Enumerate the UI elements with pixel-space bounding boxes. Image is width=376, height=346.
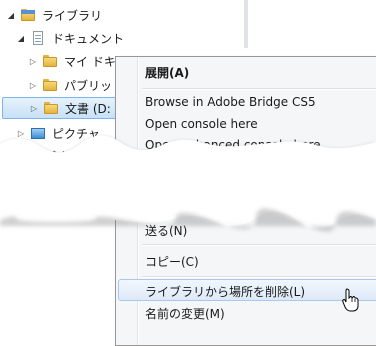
tree-item-label: ドキュメント xyxy=(52,31,125,46)
expand-arrow-icon[interactable]: ▷ xyxy=(28,57,38,66)
library-icon xyxy=(20,8,36,22)
tree-item-my-documents[interactable]: ▷ マイ ドキ xyxy=(28,50,116,72)
expand-arrow-icon[interactable]: ▷ xyxy=(28,81,38,90)
document-library-icon xyxy=(30,31,46,45)
menu-item-browse-bridge[interactable]: Browse in Adobe Bridge CS5 xyxy=(145,95,316,109)
torn-edge-overlay xyxy=(0,135,376,232)
folder-icon xyxy=(42,54,58,68)
tree-item-documents-d[interactable]: ▷ 文書 (D: xyxy=(2,97,120,119)
menu-item-rename[interactable]: 名前の変更(M) xyxy=(145,305,225,322)
tree-item-libraries[interactable]: ◢ ライブラリ xyxy=(6,4,102,26)
collapse-arrow-icon[interactable]: ◢ xyxy=(6,11,16,20)
menu-item-remove-location[interactable]: ライブラリから場所を削除(L) xyxy=(145,283,305,300)
folder-icon xyxy=(42,78,58,92)
menu-separator xyxy=(142,244,376,246)
collapse-arrow-icon[interactable]: ◢ xyxy=(16,34,26,43)
tree-item-public[interactable]: ▷ パブリッ xyxy=(28,74,112,96)
menu-item-expand[interactable]: 展開(A) xyxy=(145,64,189,81)
hand-cursor-icon xyxy=(342,288,359,312)
pane-divider xyxy=(244,0,248,48)
folder-icon xyxy=(43,101,59,115)
menu-separator xyxy=(142,276,376,278)
tree-item-label: マイ ドキ xyxy=(64,54,116,69)
tree-item-label: ライブラリ xyxy=(42,8,103,23)
expand-arrow-icon[interactable]: ▷ xyxy=(29,104,39,113)
tree-item-documents[interactable]: ◢ ドキュメント xyxy=(16,27,124,49)
tree-item-label: パブリッ xyxy=(64,78,113,93)
tree-item-label: 文書 (D: xyxy=(65,101,111,116)
menu-separator xyxy=(142,88,376,90)
menu-item-copy[interactable]: コピー(C) xyxy=(145,253,199,270)
